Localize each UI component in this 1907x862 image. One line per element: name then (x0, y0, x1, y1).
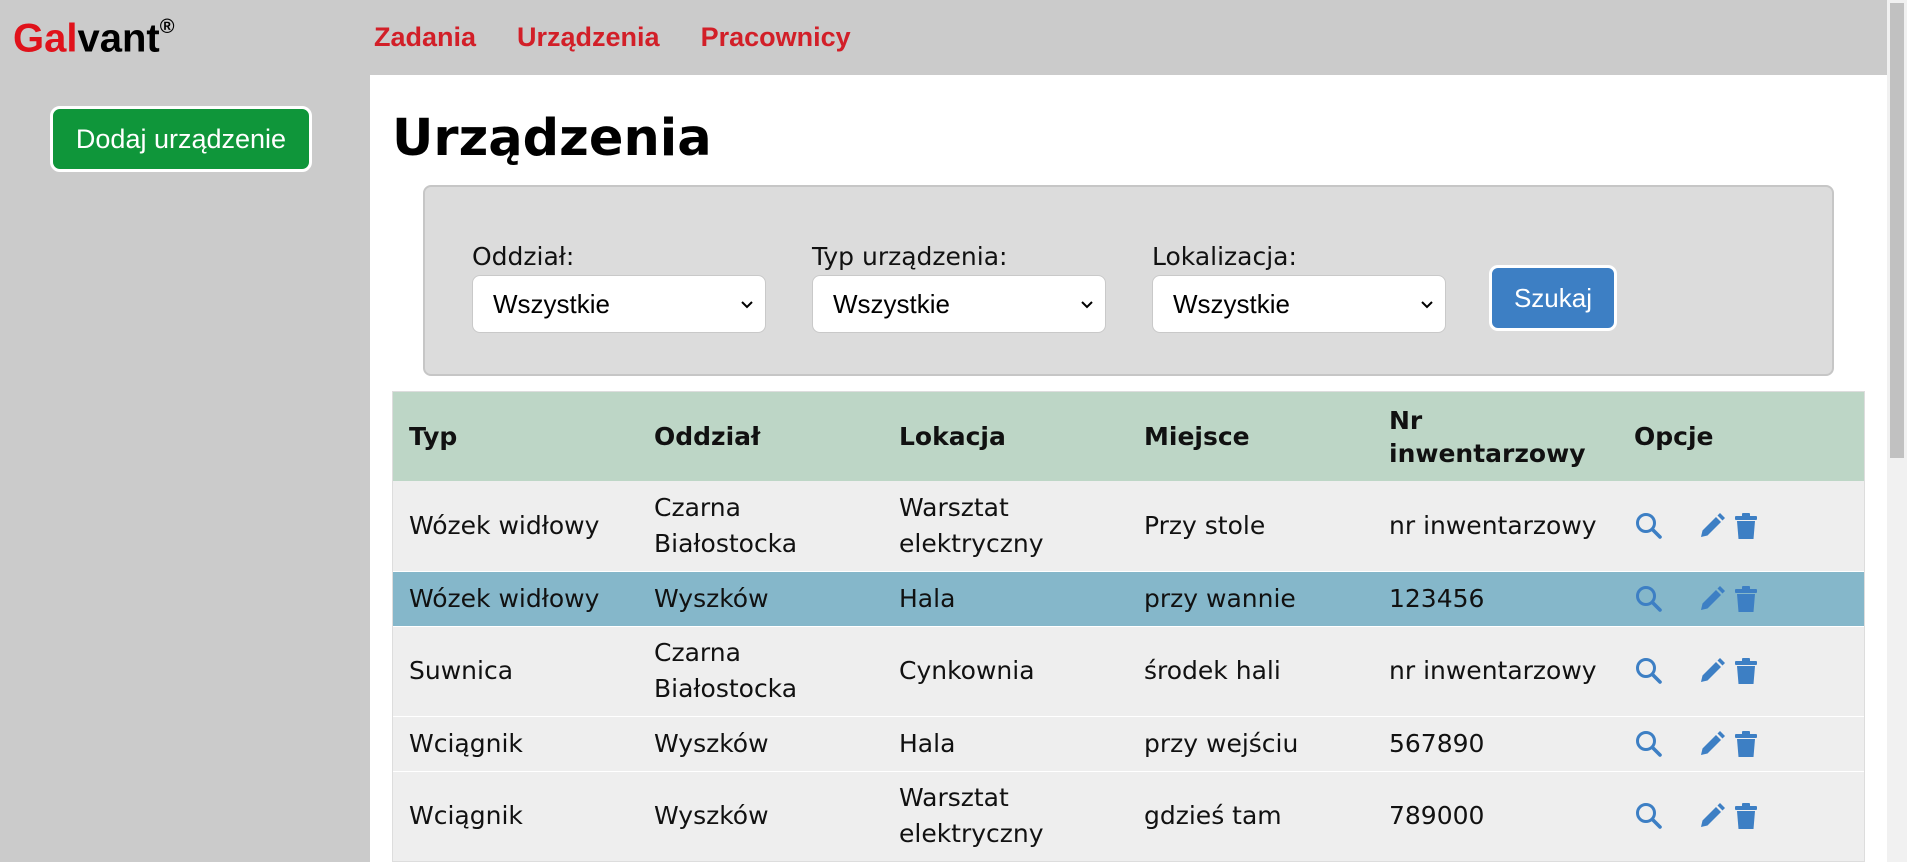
pencil-icon[interactable] (1697, 511, 1727, 541)
column-header-place[interactable]: Miejsce (1128, 392, 1373, 481)
cell-type: Wciągnik (409, 728, 523, 758)
cell-options (1618, 626, 1864, 716)
brand-logo[interactable]: Galvant® (13, 6, 174, 63)
cell-inventory: nr inwentarzowy (1389, 656, 1597, 685)
column-header-location[interactable]: Lokacja (883, 392, 1128, 481)
column-header-inventory-line2: inwentarzowy (1389, 438, 1586, 468)
cell-options (1618, 716, 1864, 771)
table-row[interactable]: Wózek widłowy Czarna Białostocka Warszta… (393, 481, 1864, 571)
table-row[interactable]: Wciągnik Wyszków Hala przy wejściu 56789… (393, 716, 1864, 771)
cell-type: Wózek widłowy (409, 583, 600, 613)
cell-inventory: 789000 (1389, 801, 1485, 830)
cell-type: Suwnica (409, 656, 514, 685)
cell-location: Hala (899, 583, 956, 613)
cell-type: Wózek widłowy (409, 510, 600, 540)
cell-place: przy wannie (1144, 583, 1296, 613)
location-select[interactable]: Wszystkie (1152, 275, 1446, 333)
cell-place: Przy stole (1144, 510, 1266, 540)
trash-icon[interactable] (1731, 656, 1761, 686)
registered-mark: ® (159, 16, 175, 38)
search-icon[interactable] (1634, 511, 1664, 541)
sidebar: Dodaj urządzenie (0, 75, 370, 862)
chevron-down-icon (741, 301, 753, 309)
column-header-type[interactable]: Typ (393, 392, 638, 481)
cell-department: Wyszków (654, 728, 769, 758)
main-nav: Zadania Urządzenia Pracownicy (374, 0, 851, 75)
table-row[interactable]: Wciągnik Wyszków Warsztat elektryczny gd… (393, 771, 1864, 861)
device-type-select-value: Wszystkie (833, 288, 950, 319)
devices-table-container: Typ Oddział Lokacja Miejsce Nr inwentarzo… (392, 391, 1865, 862)
column-header-inventory[interactable]: Nr inwentarzowy (1373, 392, 1618, 481)
filter-location: Lokalizacja: Wszystkie (1152, 242, 1446, 333)
trash-icon[interactable] (1731, 801, 1761, 831)
device-type-select[interactable]: Wszystkie (812, 275, 1106, 333)
cell-options (1618, 571, 1864, 626)
cell-place: przy wejściu (1144, 728, 1299, 758)
chevron-down-icon (1081, 301, 1093, 309)
nav-item-zadania[interactable]: Zadania (374, 22, 476, 53)
search-icon[interactable] (1634, 729, 1664, 759)
trash-icon[interactable] (1731, 584, 1761, 614)
cell-inventory: 123456 (1389, 583, 1485, 613)
nav-item-urzadzenia[interactable]: Urządzenia (517, 22, 660, 53)
pencil-icon[interactable] (1697, 584, 1727, 614)
location-select-value: Wszystkie (1173, 288, 1290, 319)
search-icon[interactable] (1634, 584, 1664, 614)
pencil-icon[interactable] (1697, 801, 1727, 831)
department-select[interactable]: Wszystkie (472, 275, 766, 333)
top-bar: Galvant® Zadania Urządzenia Pracownicy (0, 0, 1887, 75)
cell-place: środek hali (1144, 656, 1281, 685)
cell-type: Wciągnik (409, 801, 523, 830)
column-header-inventory-line1: Nr (1389, 405, 1423, 435)
cell-options (1618, 771, 1864, 861)
add-device-button[interactable]: Dodaj urządzenie (50, 106, 312, 172)
cell-department: Czarna Białostocka (654, 638, 798, 703)
cell-location: Cynkownia (899, 656, 1035, 685)
scrollbar-thumb[interactable] (1890, 3, 1904, 458)
cell-department: Czarna Białostocka (654, 492, 798, 558)
cell-location: Warsztat elektryczny (899, 492, 1044, 558)
devices-table: Typ Oddział Lokacja Miejsce Nr inwentarzo… (393, 392, 1864, 861)
page-scrollbar[interactable] (1887, 0, 1907, 862)
filter-department-label: Oddział: (472, 242, 575, 271)
filter-department: Oddział: Wszystkie (472, 242, 766, 333)
pencil-icon[interactable] (1697, 656, 1727, 686)
cell-inventory: nr inwentarzowy (1389, 510, 1597, 540)
cell-location: Warsztat elektryczny (899, 783, 1044, 848)
column-header-department[interactable]: Oddział (638, 392, 883, 481)
filter-device-type-label: Typ urządzenia: (812, 242, 1008, 271)
filter-location-label: Lokalizacja: (1152, 242, 1297, 271)
brand-logo-part1: Gal (13, 16, 78, 61)
cell-place: gdzieś tam (1144, 801, 1282, 830)
department-select-value: Wszystkie (493, 288, 610, 319)
cell-department: Wyszków (654, 801, 769, 830)
cell-options (1618, 481, 1864, 571)
cell-inventory: 567890 (1389, 728, 1485, 758)
table-row[interactable]: Suwnica Czarna Białostocka Cynkownia śro… (393, 626, 1864, 716)
cell-department: Wyszków (654, 583, 769, 613)
search-button[interactable]: Szukaj (1489, 265, 1617, 331)
nav-item-pracownicy[interactable]: Pracownicy (701, 22, 851, 53)
pencil-icon[interactable] (1697, 729, 1727, 759)
filter-panel: Oddział: Wszystkie Typ urządzenia: Wszys… (423, 185, 1834, 376)
search-icon[interactable] (1634, 656, 1664, 686)
chevron-down-icon (1421, 301, 1433, 309)
page-title: Urządzenia (392, 109, 712, 168)
table-row[interactable]: Wózek widłowy Wyszków Hala przy wannie 1… (393, 571, 1864, 626)
filter-device-type: Typ urządzenia: Wszystkie (812, 242, 1106, 333)
table-header-row: Typ Oddział Lokacja Miejsce Nr inwentarzo… (393, 392, 1864, 481)
trash-icon[interactable] (1731, 729, 1761, 759)
cell-location: Hala (899, 728, 956, 758)
search-icon[interactable] (1634, 801, 1664, 831)
trash-icon[interactable] (1731, 511, 1761, 541)
column-header-options: Opcje (1634, 422, 1714, 451)
brand-logo-part2: vant (77, 16, 160, 61)
